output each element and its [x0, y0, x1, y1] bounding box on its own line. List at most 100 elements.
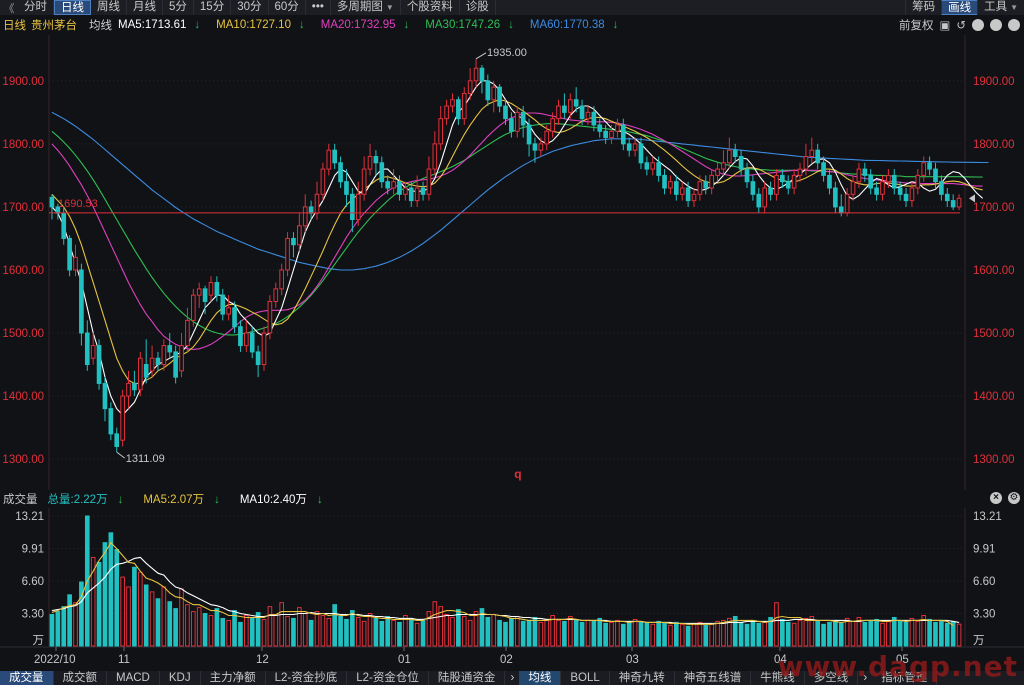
close-icon[interactable]: ×	[990, 492, 1002, 504]
tab-ma[interactable]: 均线	[519, 671, 562, 685]
diagnose-button[interactable]: 诊股	[460, 0, 496, 15]
volume-bar	[267, 606, 273, 647]
candle-body	[491, 86, 497, 101]
volume-bar	[638, 621, 644, 647]
legend-ma5-value: MA5:1713.61	[118, 19, 187, 31]
volume-bar	[338, 615, 343, 647]
volume-bar	[155, 598, 161, 647]
ma-indicator-label[interactable]: 均线	[89, 17, 112, 33]
candle-body	[544, 130, 550, 145]
zoom-out-icon[interactable]: −	[990, 19, 1002, 31]
price-tick-right: 1400.00	[973, 391, 1015, 403]
candle-body	[355, 193, 361, 221]
volume-bar	[591, 620, 597, 647]
tab-northbound[interactable]: 陆股通资金	[429, 671, 506, 685]
settings-icon[interactable]: ⚙	[1008, 492, 1020, 504]
candle-body	[833, 187, 838, 208]
volume-bar	[355, 616, 361, 647]
date-tick-label: 12	[256, 654, 269, 666]
multi-period-button[interactable]: 多周期图 ▼	[331, 0, 401, 15]
volume-bar	[620, 623, 626, 647]
high-label: 1935.00	[487, 47, 527, 59]
candle-body	[944, 193, 950, 202]
volume-bar	[744, 623, 750, 647]
legend-ma5: MA5:1713.61 ↓	[118, 19, 208, 31]
price-tick-right: 1900.00	[973, 76, 1015, 88]
candle-body	[243, 332, 249, 347]
period-tab-15min[interactable]: 15分	[194, 0, 232, 15]
candle-body	[391, 181, 396, 189]
period-tab-daily[interactable]: 日线	[54, 0, 91, 15]
zoom-in-icon[interactable]: +	[972, 19, 984, 31]
tab-l2-position[interactable]: L2-资金仓位	[347, 671, 429, 685]
volume-bar	[279, 602, 284, 647]
period-tab-intraday[interactable]: 分时	[18, 0, 54, 15]
volume-bar	[585, 619, 591, 647]
tab-volume[interactable]: 成交量	[0, 671, 54, 685]
price-tick-left: 1900.00	[2, 76, 44, 88]
period-tab-30min[interactable]: 30分	[231, 0, 269, 15]
date-tick-label: 03	[626, 654, 639, 666]
volume-chart[interactable]: 13.21 13.21 9.91 9.91 6.60 6.60 3.30 3.30 万 万 202…	[0, 508, 1024, 670]
period-tab-monthly[interactable]: 月线	[127, 0, 163, 15]
volume-bar	[721, 619, 726, 647]
tab-turnover[interactable]: 成交额	[54, 671, 107, 685]
tab-main-net[interactable]: 主力净额	[201, 671, 266, 685]
volume-bar	[379, 620, 385, 647]
candle	[137, 351, 143, 397]
volume-bar	[827, 621, 832, 647]
volume-bar	[137, 571, 143, 647]
volume-bar	[497, 619, 502, 647]
candle	[67, 235, 72, 277]
candle-body	[397, 181, 402, 195]
volume-bar	[797, 619, 803, 647]
tab-l2-bottom[interactable]: L2-资金抄底	[266, 671, 348, 685]
period-tab-5min[interactable]: 5分	[163, 0, 194, 15]
volume-ma5: MA5:2.07万 ↓	[143, 491, 229, 507]
volume-bar	[314, 611, 320, 647]
tab-td9[interactable]: 神奇九转	[610, 671, 675, 685]
down-arrow-icon: ↓	[316, 494, 323, 506]
volume-bar	[891, 616, 897, 647]
period-toolbar: 《 分时 日线 周线 月线 5分 15分 30分 60分 ••• 多周期图 ▼ 个…	[0, 0, 1024, 15]
period-tab-60min[interactable]: 60分	[269, 0, 306, 15]
tools-button[interactable]: 工具 ▼	[977, 0, 1024, 15]
candle-body	[456, 99, 461, 120]
volume-bar	[49, 614, 55, 647]
candle-body	[632, 143, 638, 151]
volume-bar	[473, 611, 479, 647]
tab-boll[interactable]: BOLL	[561, 671, 610, 685]
watermark: www.dagp.net	[777, 650, 1018, 683]
candle-body	[573, 99, 579, 107]
stock-name[interactable]: 贵州茅台	[31, 17, 77, 33]
candle-body	[850, 181, 856, 195]
candle-body	[308, 206, 314, 214]
candle-body	[862, 168, 868, 176]
candle-body	[238, 326, 243, 347]
draw-line-button[interactable]: 画线	[941, 0, 978, 15]
candle-body	[408, 187, 414, 202]
chevron-right-icon[interactable]: ›	[505, 672, 519, 684]
tab-kdj[interactable]: KDJ	[160, 671, 201, 685]
volume-total: 总量:2.22万 ↓	[48, 491, 134, 507]
undo-icon[interactable]: ↺	[956, 18, 966, 32]
chip-distribution-button[interactable]: 筹码	[905, 0, 941, 15]
candle-body	[232, 307, 237, 328]
candle-body	[927, 162, 932, 170]
period-tab-weekly[interactable]: 周线	[91, 0, 127, 15]
volume-bar	[291, 617, 296, 647]
price-tick-left: 1700.00	[2, 202, 44, 214]
tab-macd[interactable]: MACD	[107, 671, 160, 685]
more-periods-button[interactable]: •••	[306, 0, 331, 15]
restore-icon[interactable]: ↺	[1008, 19, 1020, 31]
double-chevron-left-icon[interactable]: 《	[0, 0, 18, 16]
volume-tick-left: 3.30	[22, 609, 44, 621]
volume-title[interactable]: 成交量	[3, 491, 38, 507]
volume-bar	[196, 607, 202, 647]
lock-icon[interactable]: ▣	[939, 18, 950, 32]
candle-body	[909, 187, 915, 202]
candlestick-chart[interactable]: 1300.00 1400.00 1500.00 1600.00 1700.00 1800.…	[0, 35, 1024, 490]
tab-five-lines[interactable]: 神奇五线谱	[675, 671, 752, 685]
adjust-mode-label[interactable]: 前复权	[899, 17, 934, 33]
stock-profile-button[interactable]: 个股资料	[401, 0, 460, 15]
